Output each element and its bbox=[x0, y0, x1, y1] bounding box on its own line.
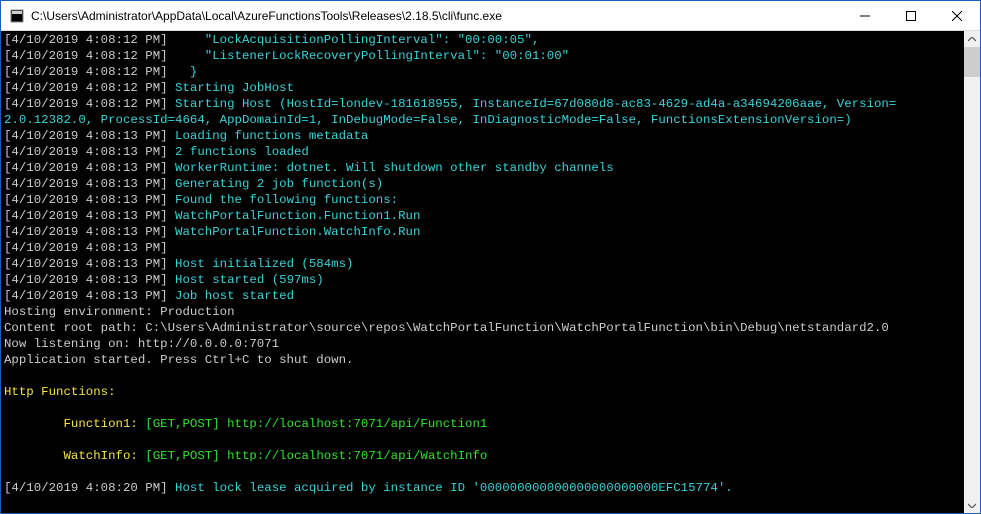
log-text: "ListenerLockRecoveryPollingInterval": "… bbox=[175, 49, 569, 63]
console-area: [4/10/2019 4:08:12 PM] "LockAcquisitionP… bbox=[1, 31, 980, 513]
log-text: Job host started bbox=[175, 289, 294, 303]
log-text: Host started (597ms) bbox=[175, 273, 324, 287]
function-name: Function1: bbox=[64, 417, 138, 431]
log-text: Application started. Press Ctrl+C to shu… bbox=[4, 353, 353, 367]
log-text: Host lock lease acquired by instance ID … bbox=[175, 481, 733, 495]
window-titlebar: C:\Users\Administrator\AppData\Local\Azu… bbox=[1, 1, 980, 31]
log-timestamp: [4/10/2019 4:08:12 PM] bbox=[4, 65, 175, 79]
log-timestamp: [4/10/2019 4:08:12 PM] bbox=[4, 97, 175, 111]
log-text: Starting JobHost bbox=[175, 81, 294, 95]
log-text: Now listening on: http://0.0.0.0:7071 bbox=[4, 337, 279, 351]
scroll-thumb[interactable] bbox=[964, 47, 980, 77]
log-timestamp: [4/10/2019 4:08:12 PM] bbox=[4, 33, 175, 47]
function-name: WatchInfo: bbox=[64, 449, 138, 463]
close-button[interactable] bbox=[934, 1, 980, 30]
log-timestamp: [4/10/2019 4:08:13 PM] bbox=[4, 145, 175, 159]
http-functions-header: Http Functions: bbox=[4, 385, 116, 399]
log-timestamp: [4/10/2019 4:08:13 PM] bbox=[4, 129, 175, 143]
log-text: Generating 2 job function(s) bbox=[175, 177, 383, 191]
log-timestamp: [4/10/2019 4:08:13 PM] bbox=[4, 241, 175, 255]
chevron-up-icon bbox=[968, 37, 976, 42]
log-timestamp: [4/10/2019 4:08:12 PM] bbox=[4, 49, 175, 63]
log-timestamp: [4/10/2019 4:08:20 PM] bbox=[4, 481, 175, 495]
window-title: C:\Users\Administrator\AppData\Local\Azu… bbox=[31, 9, 842, 23]
log-text: "LockAcquisitionPollingInterval": "00:00… bbox=[175, 33, 539, 47]
log-text: Loading functions metadata bbox=[175, 129, 368, 143]
log-text: } bbox=[175, 65, 197, 79]
log-timestamp: [4/10/2019 4:08:13 PM] bbox=[4, 177, 175, 191]
chevron-down-icon bbox=[968, 503, 976, 508]
log-timestamp: [4/10/2019 4:08:13 PM] bbox=[4, 209, 175, 223]
log-timestamp: [4/10/2019 4:08:13 PM] bbox=[4, 225, 175, 239]
log-text: Hosting environment: Production bbox=[4, 305, 235, 319]
log-text: WatchPortalFunction.WatchInfo.Run bbox=[175, 225, 420, 239]
log-text: WorkerRuntime: dotnet. Will shutdown oth… bbox=[175, 161, 614, 175]
maximize-icon bbox=[906, 11, 916, 21]
log-text: Found the following functions: bbox=[175, 193, 398, 207]
log-timestamp: [4/10/2019 4:08:13 PM] bbox=[4, 161, 175, 175]
scroll-up-button[interactable] bbox=[964, 31, 980, 47]
function-url: [GET,POST] http://localhost:7071/api/Wat… bbox=[138, 449, 487, 463]
minimize-icon bbox=[860, 11, 870, 21]
log-timestamp: [4/10/2019 4:08:13 PM] bbox=[4, 257, 175, 271]
minimize-button[interactable] bbox=[842, 1, 888, 30]
log-text: 2.0.12382.0, ProcessId=4664, AppDomainId… bbox=[4, 113, 852, 127]
log-text: Host initialized (584ms) bbox=[175, 257, 353, 271]
log-text: Starting Host (HostId=londev-181618955, … bbox=[175, 97, 896, 111]
vertical-scrollbar[interactable] bbox=[964, 31, 980, 513]
pad bbox=[4, 449, 64, 463]
console-output[interactable]: [4/10/2019 4:08:12 PM] "LockAcquisitionP… bbox=[1, 31, 964, 513]
app-icon bbox=[9, 8, 25, 24]
log-text: WatchPortalFunction.Function1.Run bbox=[175, 209, 420, 223]
log-timestamp: [4/10/2019 4:08:13 PM] bbox=[4, 289, 175, 303]
scroll-track[interactable] bbox=[964, 47, 980, 497]
pad bbox=[4, 417, 64, 431]
log-timestamp: [4/10/2019 4:08:13 PM] bbox=[4, 273, 175, 287]
log-timestamp: [4/10/2019 4:08:12 PM] bbox=[4, 81, 175, 95]
log-timestamp: [4/10/2019 4:08:13 PM] bbox=[4, 193, 175, 207]
log-text: Content root path: C:\Users\Administrato… bbox=[4, 321, 889, 335]
window-controls bbox=[842, 1, 980, 30]
maximize-button[interactable] bbox=[888, 1, 934, 30]
log-text: 2 functions loaded bbox=[175, 145, 309, 159]
close-icon bbox=[952, 11, 962, 21]
function-url: [GET,POST] http://localhost:7071/api/Fun… bbox=[138, 417, 487, 431]
scroll-down-button[interactable] bbox=[964, 497, 980, 513]
